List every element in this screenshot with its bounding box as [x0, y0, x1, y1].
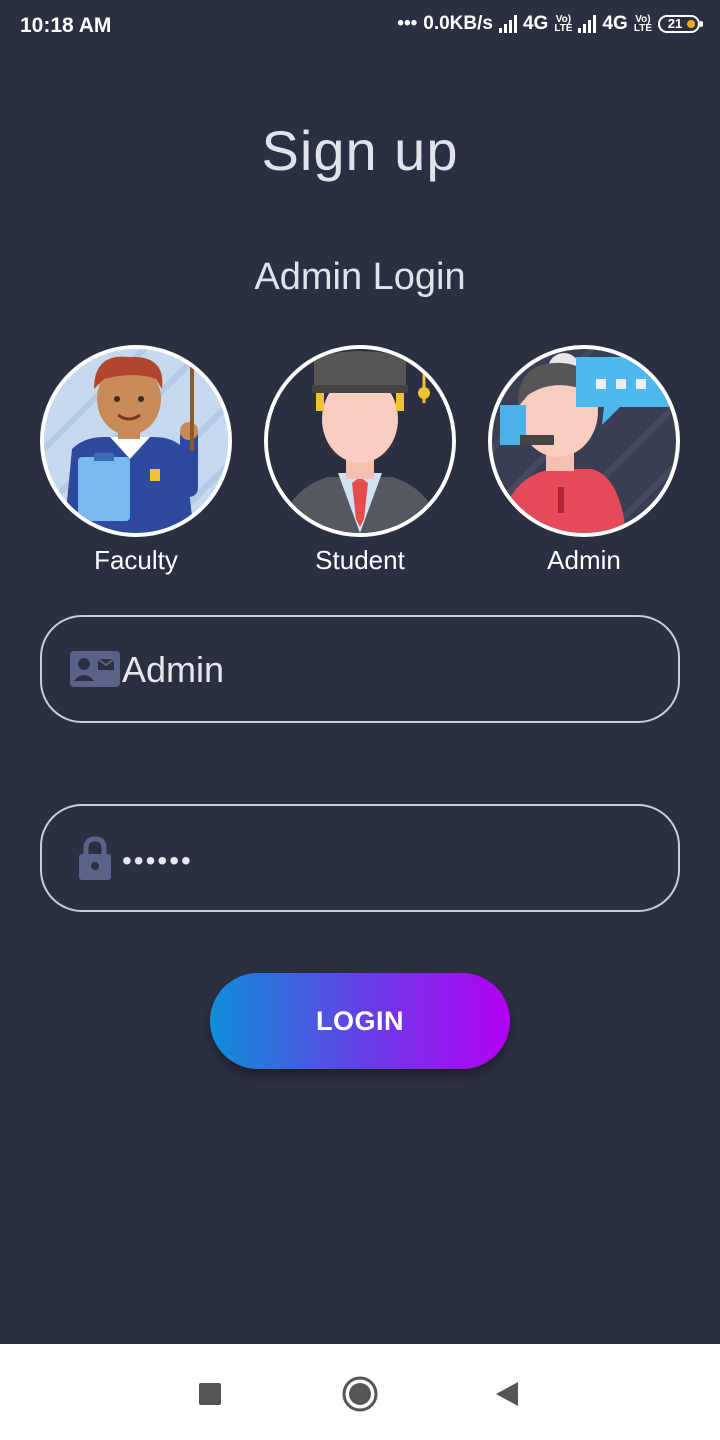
signup-screen: 10:18 AM ••• 0.0KB/s 4G Vo) LTE 4G Vo) LTE… [0, 0, 720, 1440]
role-label-admin: Admin [547, 545, 621, 575]
status-time: 10:18 AM [20, 14, 112, 37]
battery-level: 21 [667, 16, 683, 31]
lock-icon [78, 836, 112, 885]
role-label-faculty: Faculty [94, 545, 178, 575]
admin-avatar-icon[interactable] [488, 345, 680, 537]
id-card-icon [70, 651, 120, 692]
sim2-network: 4G [602, 13, 628, 34]
network-speed: 0.0KB/s [423, 13, 493, 34]
role-label-student: Student [315, 545, 405, 575]
password-input[interactable] [120, 832, 644, 890]
login-button[interactable]: LOGIN [210, 973, 510, 1069]
system-nav-bar [0, 1344, 720, 1440]
role-student[interactable]: Student [264, 345, 456, 576]
dots-icon: ••• [397, 13, 418, 34]
page-title: Sign up [261, 119, 459, 182]
student-avatar-icon[interactable] [264, 345, 456, 537]
role-admin[interactable]: Admin [488, 345, 680, 576]
sim1-network: 4G [522, 13, 549, 34]
signal-strength-icon [498, 15, 517, 33]
page-subtitle: Admin Login [254, 256, 466, 298]
faculty-avatar-icon[interactable] [40, 345, 232, 537]
status-indicators: ••• 0.0KB/s 4G Vo) LTE 4G Vo) LTE 21 [397, 13, 703, 35]
username-input[interactable] [120, 641, 644, 699]
password-field[interactable] [40, 804, 680, 912]
back-triangle-icon[interactable] [486, 1372, 530, 1416]
role-faculty[interactable]: Faculty [40, 345, 232, 576]
volte-icon-2: Vo) LTE [633, 14, 652, 34]
signal-strength-icon-2 [578, 15, 597, 33]
username-field[interactable] [40, 615, 680, 723]
status-bar: 10:18 AM ••• 0.0KB/s 4G Vo) LTE 4G Vo) LTE… [0, 0, 720, 52]
recents-square-icon[interactable] [188, 1372, 232, 1416]
home-circle-icon[interactable] [338, 1372, 382, 1416]
battery-icon: 21 [658, 15, 703, 33]
volte-icon: Vo) LTE [554, 14, 573, 34]
